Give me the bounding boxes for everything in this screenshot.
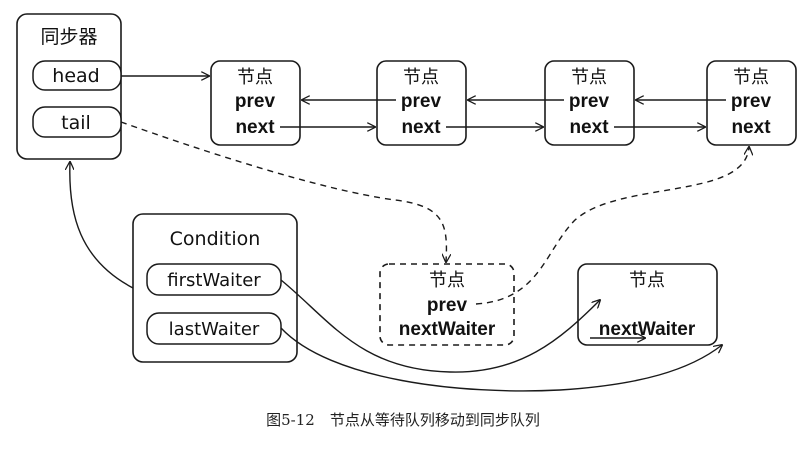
node-2-prev: prev: [401, 91, 442, 112]
moving-node-label: 节点: [429, 270, 465, 291]
head-label: head: [52, 65, 99, 87]
node-4-prev: prev: [731, 91, 772, 112]
diagram-canvas: 同步器 head tail 节点 prev next 节点 prev next …: [0, 0, 806, 455]
sync-node-4: 节点 prev next: [706, 60, 797, 146]
condition-box: Condition firstWaiter lastWaiter: [132, 213, 298, 363]
diagram-svg: 同步器 head tail 节点 prev next 节点 prev next …: [16, 13, 797, 429]
edge-condition-to-sync: [70, 162, 134, 289]
node-1-prev: prev: [235, 91, 276, 112]
last-waiter-label: lastWaiter: [169, 319, 260, 340]
node-1-label: 节点: [237, 67, 273, 88]
node-2-next: next: [401, 117, 441, 138]
node-4-next: next: [731, 117, 771, 138]
synchronizer-title: 同步器: [40, 26, 97, 48]
node-3-next: next: [569, 117, 609, 138]
waiting-node-nextwaiter: nextWaiter: [599, 319, 696, 340]
moving-node-nextwaiter: nextWaiter: [399, 319, 496, 340]
waiting-node: 节点 nextWaiter: [577, 263, 718, 346]
sync-node-1: 节点 prev next: [210, 60, 301, 146]
node-4-label: 节点: [733, 67, 769, 88]
sync-node-3: 节点 prev next: [544, 60, 635, 146]
node-3-label: 节点: [571, 67, 607, 88]
waiting-node-label: 节点: [629, 270, 665, 291]
tail-label: tail: [61, 112, 91, 134]
node-2-label: 节点: [403, 67, 439, 88]
moving-node-dashed: 节点 prev nextWaiter: [379, 263, 515, 346]
node-1-next: next: [235, 117, 275, 138]
condition-title: Condition: [170, 228, 261, 250]
moving-node-prev: prev: [427, 295, 468, 316]
synchronizer-box: 同步器 head tail: [16, 13, 122, 160]
figure-caption: 图5-12 节点从等待队列移动到同步队列: [266, 411, 540, 429]
sync-node-2: 节点 prev next: [376, 60, 467, 146]
node-3-prev: prev: [569, 91, 610, 112]
first-waiter-label: firstWaiter: [167, 270, 261, 291]
